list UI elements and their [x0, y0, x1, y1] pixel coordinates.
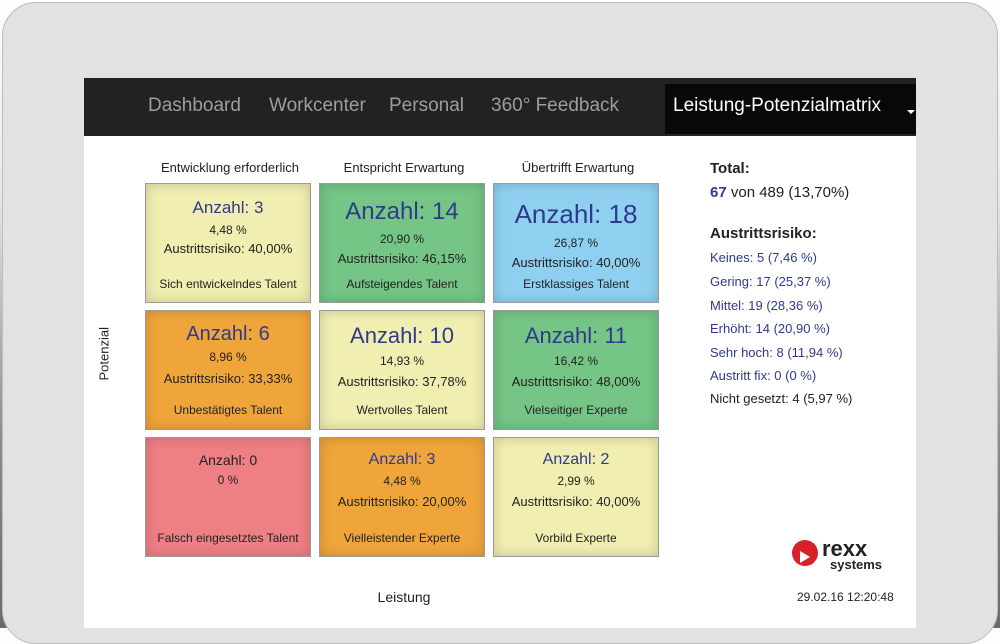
total-rest: von 489 (13,70%) — [730, 184, 850, 201]
matrix-cell-wertvolles-talent[interactable]: Anzahl: 10 14,93 % Austrittsrisiko: 37,7… — [319, 310, 485, 430]
matrix-cell-erstklassiges-talent[interactable]: Anzahl: 18 26,87 % Austrittsrisiko: 40,0… — [493, 183, 659, 303]
cell-talent: Erstklassiges Talent — [523, 277, 629, 291]
cell-risk: Austrittsrisiko: 40,00% — [511, 494, 641, 509]
risk-item-sehr-hoch[interactable]: Sehr hoch: 8 (11,94 %) — [710, 345, 843, 360]
column-header-uebertrifft: Übertrifft Erwartung — [521, 160, 635, 175]
cell-percent: 26,87 % — [553, 236, 599, 250]
risk-item-erhoeht[interactable]: Erhöht: 14 (20,90 %) — [710, 321, 830, 336]
cell-count: Anzahl: 10 — [350, 323, 454, 348]
nav-dashboard[interactable]: Dashboard — [148, 95, 241, 117]
cell-count: Anzahl: 3 — [368, 451, 436, 468]
cell-percent: 14,93 % — [379, 354, 425, 368]
column-header-entspricht: Entspricht Erwartung — [343, 160, 465, 175]
cell-count: Anzahl: 2 — [542, 451, 610, 468]
nav-active-label: Leistung-Potenzialmatrix — [673, 95, 882, 116]
risk-item-austritt-fix[interactable]: Austritt fix: 0 (0 %) — [710, 368, 816, 383]
dropdown-caret-icon — [907, 110, 915, 114]
nav-360-feedback[interactable]: 360° Feedback — [491, 95, 619, 117]
risk-item-nicht-gesetzt: Nicht gesetzt: 4 (5,97 %) — [710, 391, 853, 406]
cell-talent: Falsch eingesetztes Talent — [157, 531, 299, 545]
nav-personal[interactable]: Personal — [389, 95, 464, 117]
risk-title: Austrittsrisiko: — [710, 225, 817, 242]
matrix-cell-vielseitiger-experte[interactable]: Anzahl: 11 16,42 % Austrittsrisiko: 48,0… — [493, 310, 659, 430]
cell-talent: Vorbild Experte — [535, 531, 617, 545]
cell-count: Anzahl: 6 — [186, 323, 270, 345]
timestamp: 29.02.16 12:20:48 — [797, 590, 894, 604]
cell-talent: Unbestätigtes Talent — [173, 403, 283, 417]
nav-leistung-potenzialmatrix[interactable]: Leistung-Potenzialmatrix — [665, 84, 916, 134]
cell-count: Anzahl: 14 — [345, 198, 459, 225]
cell-percent: 8,96 % — [209, 350, 247, 364]
total-value: 67 von 489 (13,70%) — [710, 184, 849, 201]
cell-talent: Aufsteigendes Talent — [346, 277, 458, 291]
cell-talent: Vielleistender Experte — [343, 531, 461, 545]
cell-risk: Austrittsrisiko: 40,00% — [511, 255, 641, 270]
total-title: Total: — [710, 160, 750, 177]
logo-sub: systems — [830, 557, 883, 572]
rexx-systems-logo: rexx systems — [792, 536, 892, 576]
risk-item-gering[interactable]: Gering: 17 (25,37 %) — [710, 274, 831, 289]
cell-percent: 2,99 % — [557, 474, 595, 488]
matrix-cell-unbestaetigtes-talent[interactable]: Anzahl: 6 8,96 % Austrittsrisiko: 33,33%… — [145, 310, 311, 430]
cell-count: Anzahl: 11 — [524, 323, 628, 348]
cell-count: Anzahl: 18 — [514, 199, 638, 229]
cell-risk: Austrittsrisiko: 46,15% — [337, 251, 467, 266]
cell-percent: 4,48 % — [383, 474, 421, 488]
cell-risk: Austrittsrisiko: 48,00% — [511, 374, 641, 389]
cell-risk: Austrittsrisiko: 20,00% — [337, 494, 467, 509]
matrix-cell-falsch-eingesetztes-talent[interactable]: Anzahl: 0 0 % Falsch eingesetztes Talent — [145, 437, 311, 557]
cell-talent: Wertvolles Talent — [356, 403, 448, 417]
matrix-cell-sich-entwickelndes-talent[interactable]: Anzahl: 3 4,48 % Austrittsrisiko: 40,00%… — [145, 183, 311, 303]
cell-risk: Austrittsrisiko: 40,00% — [163, 241, 293, 256]
column-header-entwicklung: Entwicklung erforderlich — [160, 160, 299, 175]
top-navbar: Dashboard Workcenter Personal 360° Feedb… — [84, 78, 916, 136]
risk-item-keines[interactable]: Keines: 5 (7,46 %) — [710, 250, 817, 265]
cell-percent: 20,90 % — [379, 232, 425, 246]
cell-risk: Austrittsrisiko: 33,33% — [163, 371, 293, 386]
logo-mark-icon — [792, 540, 818, 566]
cell-percent: 4,48 % — [209, 223, 247, 237]
cell-risk: Austrittsrisiko: 37,78% — [337, 374, 467, 389]
risk-item-mittel[interactable]: Mittel: 19 (28,36 %) — [710, 298, 823, 313]
cell-talent: Vielseitiger Experte — [524, 403, 628, 417]
cell-count: Anzahl: 0 — [198, 452, 258, 468]
nav-workcenter[interactable]: Workcenter — [269, 95, 366, 117]
matrix-cell-aufsteigendes-talent[interactable]: Anzahl: 14 20,90 % Austrittsrisiko: 46,1… — [319, 183, 485, 303]
cell-percent: 16,42 % — [553, 354, 599, 368]
app-screen: Dashboard Workcenter Personal 360° Feedb… — [84, 78, 916, 628]
cell-talent: Sich entwickelndes Talent — [159, 277, 297, 291]
cell-count: Anzahl: 3 — [192, 198, 264, 217]
y-axis-label: Potenzial — [96, 327, 112, 381]
total-count: 67 — [710, 184, 727, 201]
cell-percent: 0 % — [217, 473, 239, 487]
x-axis-label: Leistung — [377, 589, 431, 605]
matrix-cell-vielleistender-experte[interactable]: Anzahl: 3 4,48 % Austrittsrisiko: 20,00%… — [319, 437, 485, 557]
matrix-cell-vorbild-experte[interactable]: Anzahl: 2 2,99 % Austrittsrisiko: 40,00%… — [493, 437, 659, 557]
